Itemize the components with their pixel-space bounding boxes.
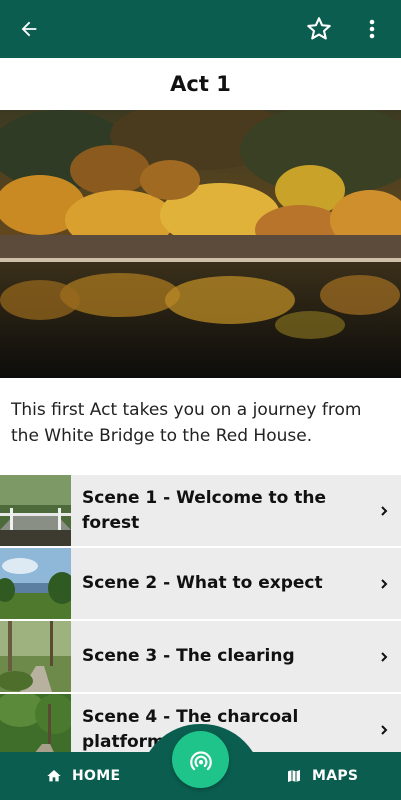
hero-image xyxy=(0,110,401,378)
nearby-scan-button[interactable] xyxy=(172,731,229,788)
scene-label: Scene 2 - What to expect xyxy=(82,573,323,593)
home-icon xyxy=(47,770,61,782)
scene-item-1[interactable]: Scene 1 - Welcome to the forest xyxy=(0,475,401,546)
map-icon xyxy=(288,770,300,782)
nav-maps-label: MAPS xyxy=(312,768,359,784)
app-bar xyxy=(0,0,401,58)
scene-thumbnail xyxy=(0,475,71,546)
more-options-button[interactable] xyxy=(348,0,396,58)
chevron-right-icon xyxy=(367,651,401,663)
back-button[interactable] xyxy=(5,0,53,58)
favorite-button[interactable] xyxy=(295,0,343,58)
scene-label: Scene 1 - Welcome to the forest xyxy=(82,487,327,533)
scene-thumbnail xyxy=(0,621,71,692)
nav-maps-button[interactable]: MAPS xyxy=(286,752,358,800)
chevron-right-icon xyxy=(367,724,401,736)
page-title: Act 1 xyxy=(170,72,231,96)
radar-icon xyxy=(189,750,212,770)
scene-thumbnail xyxy=(0,548,71,619)
act-description: This first Act takes you on a journey fr… xyxy=(11,400,362,446)
nav-home-label: HOME xyxy=(72,768,121,784)
scene-item-2[interactable]: Scene 2 - What to expect xyxy=(0,548,401,619)
star-outline-icon xyxy=(307,17,331,40)
arrow-left-icon xyxy=(21,21,37,37)
scene-item-3[interactable]: Scene 3 - The clearing xyxy=(0,621,401,692)
scene-label: Scene 3 - The clearing xyxy=(82,646,295,666)
nav-home-button[interactable]: HOME xyxy=(46,752,120,800)
chevron-right-icon xyxy=(367,578,401,590)
more-vertical-icon xyxy=(369,19,375,39)
chevron-right-icon xyxy=(367,505,401,517)
